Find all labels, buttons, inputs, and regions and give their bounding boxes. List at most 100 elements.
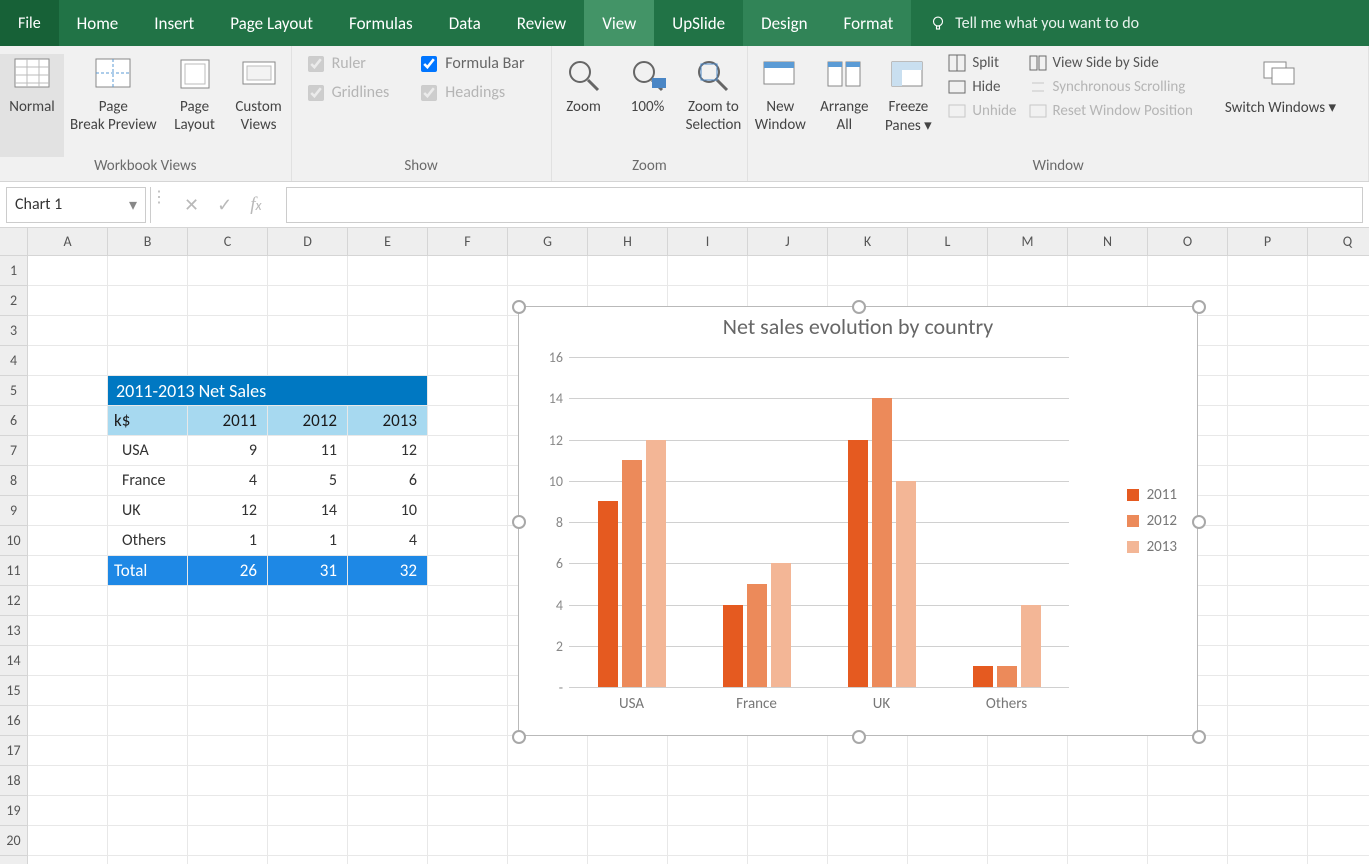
checkbox-formula-bar[interactable]: Formula Bar xyxy=(421,54,524,73)
cell[interactable] xyxy=(1228,316,1308,346)
cell[interactable] xyxy=(268,736,348,766)
row-header[interactable]: 12 xyxy=(0,586,28,616)
cell[interactable] xyxy=(1308,466,1369,496)
cell[interactable] xyxy=(188,616,268,646)
row-header[interactable]: 14 xyxy=(0,646,28,676)
cell[interactable] xyxy=(1308,676,1369,706)
zoom-to-selection-button[interactable]: Zoom to Selection xyxy=(680,54,748,157)
cell[interactable] xyxy=(428,766,508,796)
cell[interactable] xyxy=(588,256,668,286)
cell[interactable] xyxy=(348,826,428,856)
cell[interactable] xyxy=(1228,466,1308,496)
cell[interactable] xyxy=(508,766,588,796)
cell[interactable] xyxy=(1228,586,1308,616)
cell[interactable] xyxy=(348,736,428,766)
cell[interactable] xyxy=(428,526,508,556)
checkbox-ruler[interactable]: Ruler xyxy=(308,54,390,73)
cell[interactable] xyxy=(988,826,1068,856)
column-header[interactable]: G xyxy=(508,228,588,256)
cell[interactable] xyxy=(268,856,348,864)
tab-review[interactable]: Review xyxy=(499,0,584,46)
cell[interactable] xyxy=(748,736,828,766)
cell[interactable] xyxy=(828,736,908,766)
cell[interactable] xyxy=(1308,436,1369,466)
unhide-button[interactable]: Unhide xyxy=(948,102,1016,120)
cell[interactable] xyxy=(348,316,428,346)
column-header[interactable]: B xyxy=(108,228,188,256)
cell[interactable] xyxy=(1068,796,1148,826)
column-header[interactable]: M xyxy=(988,228,1068,256)
row-header[interactable]: 3 xyxy=(0,316,28,346)
column-header[interactable]: L xyxy=(908,228,988,256)
row-header[interactable]: 19 xyxy=(0,796,28,826)
cell[interactable] xyxy=(28,586,108,616)
100--button[interactable]: 100% xyxy=(616,54,680,157)
cell[interactable] xyxy=(188,796,268,826)
cell[interactable] xyxy=(908,856,988,864)
cell[interactable] xyxy=(428,856,508,864)
cell[interactable] xyxy=(668,856,748,864)
cell[interactable] xyxy=(348,676,428,706)
resize-handle[interactable] xyxy=(1192,515,1206,529)
cell[interactable] xyxy=(428,736,508,766)
chart-legend[interactable]: 201120122013 xyxy=(1127,478,1177,564)
cell[interactable] xyxy=(748,856,828,864)
cell[interactable] xyxy=(348,286,428,316)
tab-page-layout[interactable]: Page Layout xyxy=(212,0,331,46)
chart-bar[interactable] xyxy=(622,460,642,687)
cell[interactable] xyxy=(1228,376,1308,406)
fx-icon[interactable]: fx xyxy=(250,194,261,216)
cell[interactable] xyxy=(1148,796,1228,826)
cell[interactable] xyxy=(188,286,268,316)
cell[interactable] xyxy=(28,736,108,766)
sync-scroll-button[interactable]: Synchronous Scrolling xyxy=(1029,78,1193,96)
cell[interactable] xyxy=(1068,766,1148,796)
split-button[interactable]: Split xyxy=(948,54,1016,72)
cell[interactable] xyxy=(1228,736,1308,766)
table-cell[interactable]: 10 xyxy=(348,496,428,526)
page-layout-button[interactable]: Page Layout xyxy=(163,54,227,157)
row-header[interactable]: 6 xyxy=(0,406,28,436)
cell[interactable] xyxy=(1308,796,1369,826)
cell[interactable] xyxy=(108,676,188,706)
cell[interactable] xyxy=(268,286,348,316)
cell[interactable] xyxy=(668,736,748,766)
row-header[interactable]: 13 xyxy=(0,616,28,646)
column-header[interactable]: P xyxy=(1228,228,1308,256)
cell[interactable] xyxy=(908,796,988,826)
resize-handle[interactable] xyxy=(512,515,526,529)
chart-bar[interactable] xyxy=(771,563,791,687)
cell[interactable] xyxy=(428,646,508,676)
cell[interactable] xyxy=(188,826,268,856)
cell[interactable] xyxy=(348,586,428,616)
new-window-button[interactable]: New Window xyxy=(748,54,812,134)
cell[interactable] xyxy=(188,586,268,616)
column-header[interactable]: A xyxy=(28,228,108,256)
table-total-cell[interactable]: 32 xyxy=(348,556,428,586)
cell[interactable] xyxy=(828,826,908,856)
resize-handle[interactable] xyxy=(1192,730,1206,744)
table-row-label[interactable]: France xyxy=(108,466,188,496)
reset-window-button[interactable]: Reset Window Position xyxy=(1029,102,1193,120)
row-header[interactable]: 21 xyxy=(0,856,28,864)
table-cell[interactable]: 12 xyxy=(348,436,428,466)
normal-button[interactable]: Normal xyxy=(0,54,64,157)
tab-home[interactable]: Home xyxy=(59,0,137,46)
cell[interactable] xyxy=(1308,556,1369,586)
cell[interactable] xyxy=(188,646,268,676)
cell[interactable] xyxy=(828,766,908,796)
switch-windows-button[interactable]: Switch Windows ▾ xyxy=(1219,54,1342,157)
cell[interactable] xyxy=(108,586,188,616)
cell[interactable] xyxy=(1068,736,1148,766)
row-header[interactable]: 8 xyxy=(0,466,28,496)
cell[interactable] xyxy=(428,496,508,526)
cell[interactable] xyxy=(988,766,1068,796)
cell[interactable] xyxy=(28,496,108,526)
cell[interactable] xyxy=(988,256,1068,286)
cell[interactable] xyxy=(1068,256,1148,286)
cell[interactable] xyxy=(1228,496,1308,526)
cell[interactable] xyxy=(428,706,508,736)
cell[interactable] xyxy=(28,346,108,376)
cell[interactable] xyxy=(988,736,1068,766)
cell[interactable] xyxy=(1228,706,1308,736)
